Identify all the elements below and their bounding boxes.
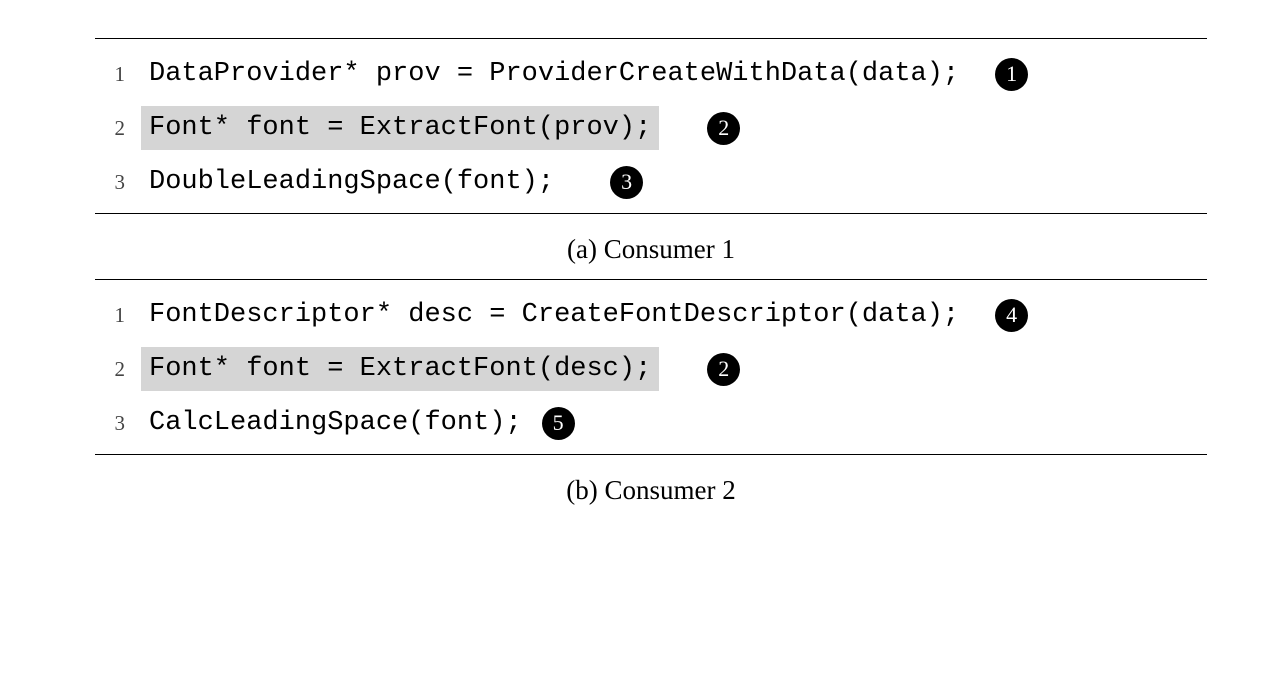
code-listing-a: 1 DataProvider* prov = ProviderCreateWit… — [95, 38, 1207, 214]
line-number: 3 — [95, 413, 125, 434]
figure-container: 1 DataProvider* prov = ProviderCreateWit… — [0, 0, 1287, 699]
code-text: CalcLeadingSpace(font); — [141, 401, 530, 445]
step-badge: 2 — [707, 112, 740, 145]
code-listing-b: 1 FontDescriptor* desc = CreateFontDescr… — [95, 279, 1207, 455]
code-line: 3 DoubleLeadingSpace(font); 3 — [95, 155, 1207, 209]
caption-b: (b) Consumer 2 — [95, 475, 1207, 506]
line-number: 3 — [95, 172, 125, 193]
code-line: 2 Font* font = ExtractFont(prov); 2 — [95, 101, 1207, 155]
caption-a: (a) Consumer 1 — [95, 234, 1207, 265]
step-badge: 2 — [707, 353, 740, 386]
step-badge: 5 — [542, 407, 575, 440]
line-number: 1 — [95, 64, 125, 85]
line-number: 2 — [95, 118, 125, 139]
code-text-highlighted: Font* font = ExtractFont(desc); — [141, 347, 659, 391]
step-badge: 4 — [995, 299, 1028, 332]
code-line: 1 DataProvider* prov = ProviderCreateWit… — [95, 47, 1207, 101]
code-text: FontDescriptor* desc = CreateFontDescrip… — [141, 293, 967, 337]
step-badge: 1 — [995, 58, 1028, 91]
line-number: 2 — [95, 359, 125, 380]
code-text: DoubleLeadingSpace(font); — [141, 160, 562, 204]
code-text-highlighted: Font* font = ExtractFont(prov); — [141, 106, 659, 150]
code-line: 2 Font* font = ExtractFont(desc); 2 — [95, 342, 1207, 396]
line-number: 1 — [95, 305, 125, 326]
code-text: DataProvider* prov = ProviderCreateWithD… — [141, 52, 967, 96]
code-line: 1 FontDescriptor* desc = CreateFontDescr… — [95, 288, 1207, 342]
step-badge: 3 — [610, 166, 643, 199]
code-line: 3 CalcLeadingSpace(font); 5 — [95, 396, 1207, 450]
